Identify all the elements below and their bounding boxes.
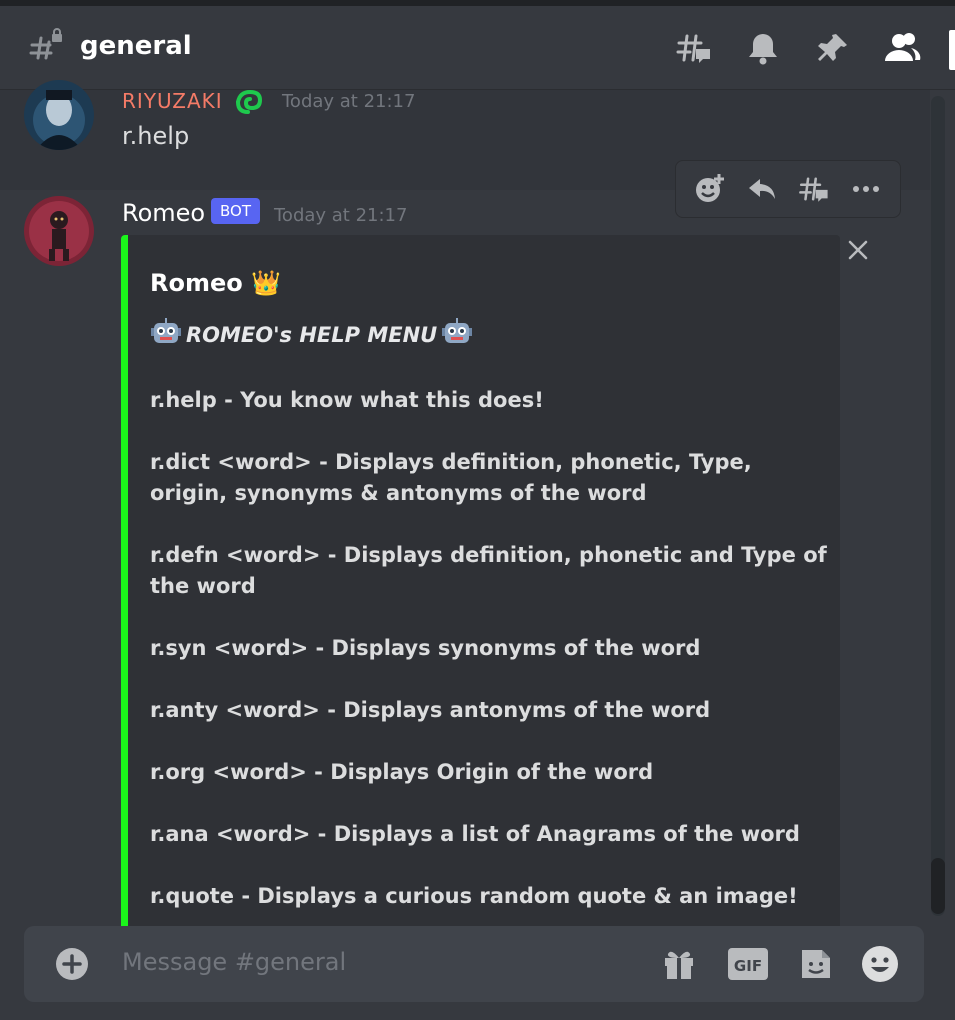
gif-label: GIF (734, 957, 762, 975)
gift-icon[interactable] (657, 942, 701, 986)
more-options-icon[interactable] (845, 168, 887, 210)
message-content: r.help (122, 122, 190, 150)
avatar[interactable] (24, 196, 94, 266)
message-input[interactable]: Message #general (122, 948, 346, 976)
hypesquad-badge-icon (234, 88, 264, 120)
emoji-icon[interactable] (858, 942, 902, 986)
message-timestamp: Today at 21:17 (274, 205, 408, 226)
add-reaction-icon[interactable] (689, 168, 731, 210)
channel-name: general (80, 31, 192, 61)
message-author[interactable]: Romeo (122, 199, 205, 227)
bot-badge: BOT (211, 198, 260, 224)
command-line: r.dict <word> - Displays definition, pho… (150, 450, 752, 505)
message-timestamp: Today at 21:17 (282, 91, 416, 112)
create-thread-icon[interactable] (793, 168, 835, 210)
remove-embed-close-icon[interactable] (846, 238, 870, 262)
message-action-bar (675, 160, 901, 218)
robot-icon (441, 317, 473, 354)
pin-icon[interactable] (811, 26, 855, 70)
avatar[interactable] (24, 80, 94, 150)
reply-icon[interactable] (741, 168, 783, 210)
bell-icon[interactable] (741, 26, 785, 70)
help-embed: Romeo 👑 ROMEO's HELP MENU r.help - You k… (121, 235, 840, 935)
gif-icon[interactable]: GIF (726, 942, 770, 986)
command-line: r.help - You know what this does! (150, 388, 544, 412)
command-line: r.ana <word> - Displays a list of Anagra… (150, 822, 800, 846)
upload-plus-icon[interactable] (54, 946, 90, 982)
sticker-icon[interactable] (794, 942, 838, 986)
embed-title: Romeo 👑 (150, 269, 281, 297)
text-channel-locked-icon (26, 28, 66, 68)
members-icon[interactable] (880, 26, 924, 70)
embed-description: ROMEO's HELP MENU r.help - You know what… (150, 317, 830, 935)
robot-icon (150, 317, 182, 354)
command-line: r.org <word> - Displays Origin of the wo… (150, 760, 654, 784)
embed-heading: ROMEO's HELP MENU (150, 317, 830, 354)
message-author[interactable]: RIYUZAKI (122, 90, 223, 112)
command-line: r.quote - Displays a curious random quot… (150, 884, 798, 908)
scrollbar-thumb[interactable] (931, 858, 945, 914)
message-composer: Message #general GIF (24, 926, 924, 1002)
window-edge (949, 30, 955, 70)
command-line: r.syn <word> - Displays synonyms of the … (150, 636, 701, 660)
scrollbar-track[interactable] (931, 96, 945, 916)
threads-icon[interactable] (672, 26, 716, 70)
channel-header: general (0, 6, 955, 90)
command-line: r.anty <word> - Displays antonyms of the… (150, 698, 711, 722)
command-line: r.defn <word> - Displays definition, pho… (150, 543, 827, 598)
embed-heading-text: ROMEO's HELP MENU (186, 323, 438, 347)
